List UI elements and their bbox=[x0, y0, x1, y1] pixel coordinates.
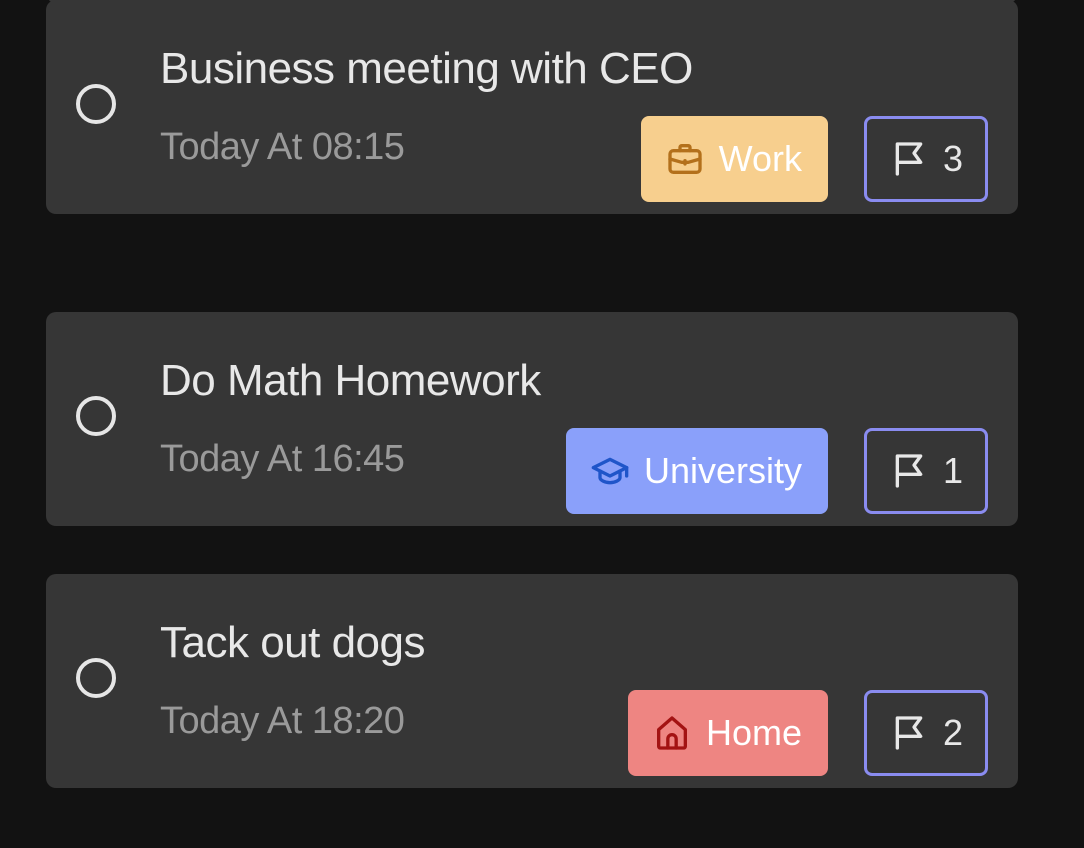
task-title: Tack out dogs bbox=[160, 618, 426, 667]
task-card[interactable]: Business meeting with CEO Today At 08:15… bbox=[46, 0, 1018, 214]
task-time: Today At 18:20 bbox=[160, 700, 405, 742]
task-time: Today At 16:45 bbox=[160, 438, 405, 480]
category-label: University bbox=[643, 450, 802, 491]
task-list: Do Math Homework Today At 16:45 Universi… bbox=[0, 0, 1084, 848]
briefcase-icon bbox=[667, 144, 702, 174]
task-time: Today At 08:15 bbox=[160, 126, 405, 168]
priority-badge[interactable]: 1 bbox=[864, 428, 988, 514]
complete-task-checkbox[interactable] bbox=[76, 658, 116, 698]
task-card[interactable]: Do Math Homework Today At 16:45 Universi… bbox=[46, 312, 1018, 526]
priority-value: 1 bbox=[942, 450, 964, 491]
task-card[interactable]: Tack out dogs Today At 18:20 Home 2 bbox=[46, 574, 1018, 788]
category-badge-home[interactable]: Home bbox=[627, 690, 828, 776]
priority-value: 2 bbox=[942, 712, 964, 753]
category-badge-work[interactable]: Work bbox=[640, 116, 828, 202]
complete-task-checkbox[interactable] bbox=[76, 396, 116, 436]
category-label: Home bbox=[705, 712, 802, 753]
complete-task-checkbox[interactable] bbox=[76, 84, 116, 124]
flag-icon bbox=[895, 716, 923, 750]
task-title: Do Math Homework bbox=[160, 356, 541, 405]
flag-icon bbox=[895, 142, 923, 176]
graduation-cap-icon bbox=[591, 457, 629, 485]
house-icon bbox=[656, 716, 687, 750]
priority-badge[interactable]: 2 bbox=[864, 690, 988, 776]
flag-icon bbox=[895, 454, 923, 488]
category-label: Work bbox=[718, 138, 802, 179]
task-title: Business meeting with CEO bbox=[160, 44, 693, 93]
priority-value: 3 bbox=[942, 138, 964, 179]
category-badge-university[interactable]: University bbox=[565, 428, 828, 514]
priority-badge[interactable]: 3 bbox=[864, 116, 988, 202]
